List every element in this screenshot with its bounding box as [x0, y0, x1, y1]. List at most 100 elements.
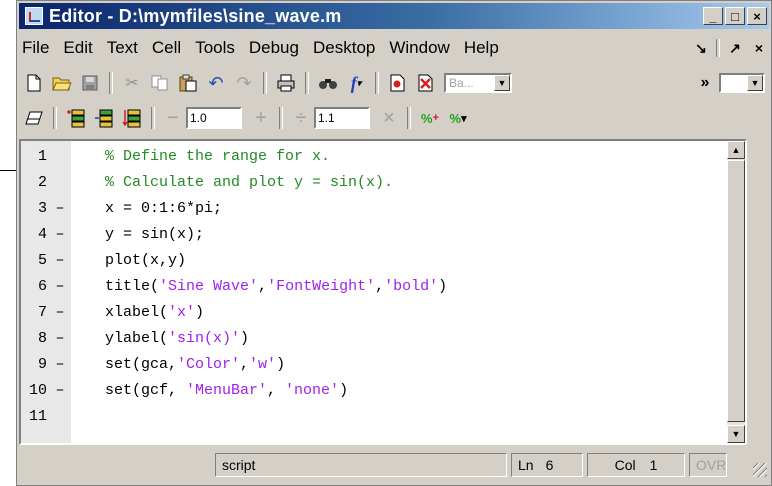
- status-column: Col 1: [587, 453, 685, 477]
- close-document-button[interactable]: ×: [747, 40, 771, 56]
- callout-pointer-line: [0, 170, 16, 171]
- close-button[interactable]: ×: [747, 7, 767, 25]
- breakpoint-marker[interactable]: –: [49, 304, 71, 321]
- vertical-scrollbar[interactable]: ▲ ▼: [727, 141, 745, 443]
- window-title: Editor - D:\mymfiles\sine_wave.m: [49, 5, 342, 26]
- code-line[interactable]: 10– set(gcf, 'MenuBar', 'none'): [21, 378, 745, 402]
- menu-bar: File Edit Text Cell Tools Debug Desktop …: [17, 33, 771, 63]
- evaluate-entire-file-icon[interactable]: [119, 105, 145, 131]
- menu-debug[interactable]: Debug: [242, 38, 306, 58]
- divide-value-input[interactable]: 1.1: [314, 107, 370, 129]
- breakpoint-marker[interactable]: –: [49, 200, 71, 217]
- line-number: 1: [37, 147, 47, 165]
- scroll-thumb[interactable]: [727, 160, 745, 422]
- cut-icon[interactable]: ✂: [119, 70, 145, 96]
- code-text: xlabel('x'): [105, 303, 205, 321]
- breakpoint-marker[interactable]: –: [49, 252, 71, 269]
- main-toolbar: ✂ ↶ ↷ f ▾ Ba... ▼ » ▼: [17, 67, 771, 99]
- line-number: 11: [28, 407, 47, 425]
- insert-cell-divider-icon[interactable]: % +: [417, 105, 443, 131]
- status-line-value: 6: [545, 457, 554, 473]
- print-icon[interactable]: [273, 70, 299, 96]
- maximize-button[interactable]: □: [725, 7, 745, 25]
- menu-cell[interactable]: Cell: [145, 38, 188, 58]
- breakpoint-marker[interactable]: –: [49, 330, 71, 347]
- scroll-up-button[interactable]: ▲: [727, 141, 745, 159]
- line-number: 10: [28, 381, 47, 399]
- evaluate-and-advance-icon[interactable]: [91, 105, 117, 131]
- line-number: 8: [37, 329, 47, 347]
- breakpoint-marker[interactable]: –: [49, 356, 71, 373]
- status-ovr: OVR: [689, 453, 727, 477]
- code-line[interactable]: 4– y = sin(x);: [21, 222, 745, 246]
- save-icon[interactable]: [77, 70, 103, 96]
- line-number: 4: [37, 225, 47, 243]
- minimize-button[interactable]: _: [703, 7, 723, 25]
- increment-button[interactable]: +: [248, 107, 274, 130]
- chevron-down-icon[interactable]: ▼: [747, 75, 763, 91]
- set-breakpoint-icon[interactable]: [385, 70, 411, 96]
- scroll-down-button[interactable]: ▼: [727, 425, 745, 443]
- code-line[interactable]: 2 % Calculate and plot y = sin(x).: [21, 170, 745, 194]
- code-line[interactable]: 9– set(gca,'Color','w'): [21, 352, 745, 376]
- menu-help[interactable]: Help: [457, 38, 506, 58]
- status-line: Ln 6: [511, 453, 583, 477]
- decrement-value-input[interactable]: 1.0: [186, 107, 242, 129]
- toolbar-options-combo[interactable]: ▼: [719, 73, 765, 93]
- resize-grip[interactable]: [753, 463, 767, 477]
- status-column-value: 1: [649, 457, 658, 473]
- menu-desktop[interactable]: Desktop: [306, 38, 382, 58]
- redo-icon[interactable]: ↷: [231, 70, 257, 96]
- copy-icon[interactable]: [147, 70, 173, 96]
- stack-combo[interactable]: Ba... ▼: [444, 73, 512, 93]
- matlab-editor-icon: [25, 7, 43, 25]
- dock-button[interactable]: ↘: [689, 40, 713, 57]
- breakpoint-marker[interactable]: –: [49, 382, 71, 399]
- line-number: 9: [37, 355, 47, 373]
- line-number: 3: [37, 199, 47, 217]
- cell-eraser-icon[interactable]: [21, 105, 47, 131]
- code-line[interactable]: 11: [21, 404, 745, 428]
- breakpoint-marker[interactable]: –: [49, 278, 71, 295]
- code-line[interactable]: 1 % Define the range for x.: [21, 144, 745, 168]
- editor-window: Editor - D:\mymfiles\sine_wave.m _ □ × F…: [16, 0, 772, 486]
- multiply-button[interactable]: ×: [376, 107, 402, 130]
- code-line[interactable]: 6– title('Sine Wave','FontWeight','bold'): [21, 274, 745, 298]
- open-folder-icon[interactable]: [49, 70, 75, 96]
- decrement-button[interactable]: −: [160, 107, 186, 130]
- line-number: 6: [37, 277, 47, 295]
- title-bar[interactable]: Editor - D:\mymfiles\sine_wave.m _ □ ×: [19, 3, 769, 29]
- clear-breakpoints-icon[interactable]: [413, 70, 439, 96]
- code-text: plot(x,y): [105, 251, 187, 269]
- breakpoint-marker[interactable]: –: [49, 226, 71, 243]
- code-text: set(gca,'Color','w'): [105, 355, 286, 373]
- cell-options-icon[interactable]: % ▾: [445, 105, 471, 131]
- code-text: title('Sine Wave','FontWeight','bold'): [105, 277, 448, 295]
- evaluate-cell-icon[interactable]: [63, 105, 89, 131]
- menu-text[interactable]: Text: [100, 38, 145, 58]
- function-icon[interactable]: f ▾: [343, 70, 369, 96]
- code-line[interactable]: 5– plot(x,y): [21, 248, 745, 272]
- chevron-down-icon[interactable]: ▼: [494, 75, 510, 91]
- paste-icon[interactable]: [175, 70, 201, 96]
- menu-file[interactable]: File: [17, 38, 56, 58]
- code-text: % Calculate and plot y = sin(x).: [105, 173, 394, 191]
- code-line[interactable]: 8– ylabel('sin(x)'): [21, 326, 745, 350]
- undo-icon[interactable]: ↶: [203, 70, 229, 96]
- line-number: 5: [37, 251, 47, 269]
- line-number: 2: [37, 173, 47, 191]
- menu-edit[interactable]: Edit: [56, 38, 99, 58]
- status-bar: script Ln 6 Col 1 OVR: [17, 451, 771, 481]
- code-editor[interactable]: 1 % Define the range for x. 2 % Calculate a…: [19, 139, 747, 445]
- find-icon[interactable]: [315, 70, 341, 96]
- divide-button[interactable]: ÷: [288, 107, 314, 130]
- new-file-icon[interactable]: [21, 70, 47, 96]
- code-line[interactable]: 3– x = 0:1:6*pi;: [21, 196, 745, 220]
- status-mode: script: [215, 453, 507, 477]
- menu-tools[interactable]: Tools: [188, 38, 242, 58]
- menu-window[interactable]: Window: [382, 38, 456, 58]
- toolbar-overflow-button[interactable]: »: [692, 70, 718, 96]
- undock-button[interactable]: ↗: [723, 40, 747, 57]
- code-line[interactable]: 7– xlabel('x'): [21, 300, 745, 324]
- code-text: y = sin(x);: [105, 225, 205, 243]
